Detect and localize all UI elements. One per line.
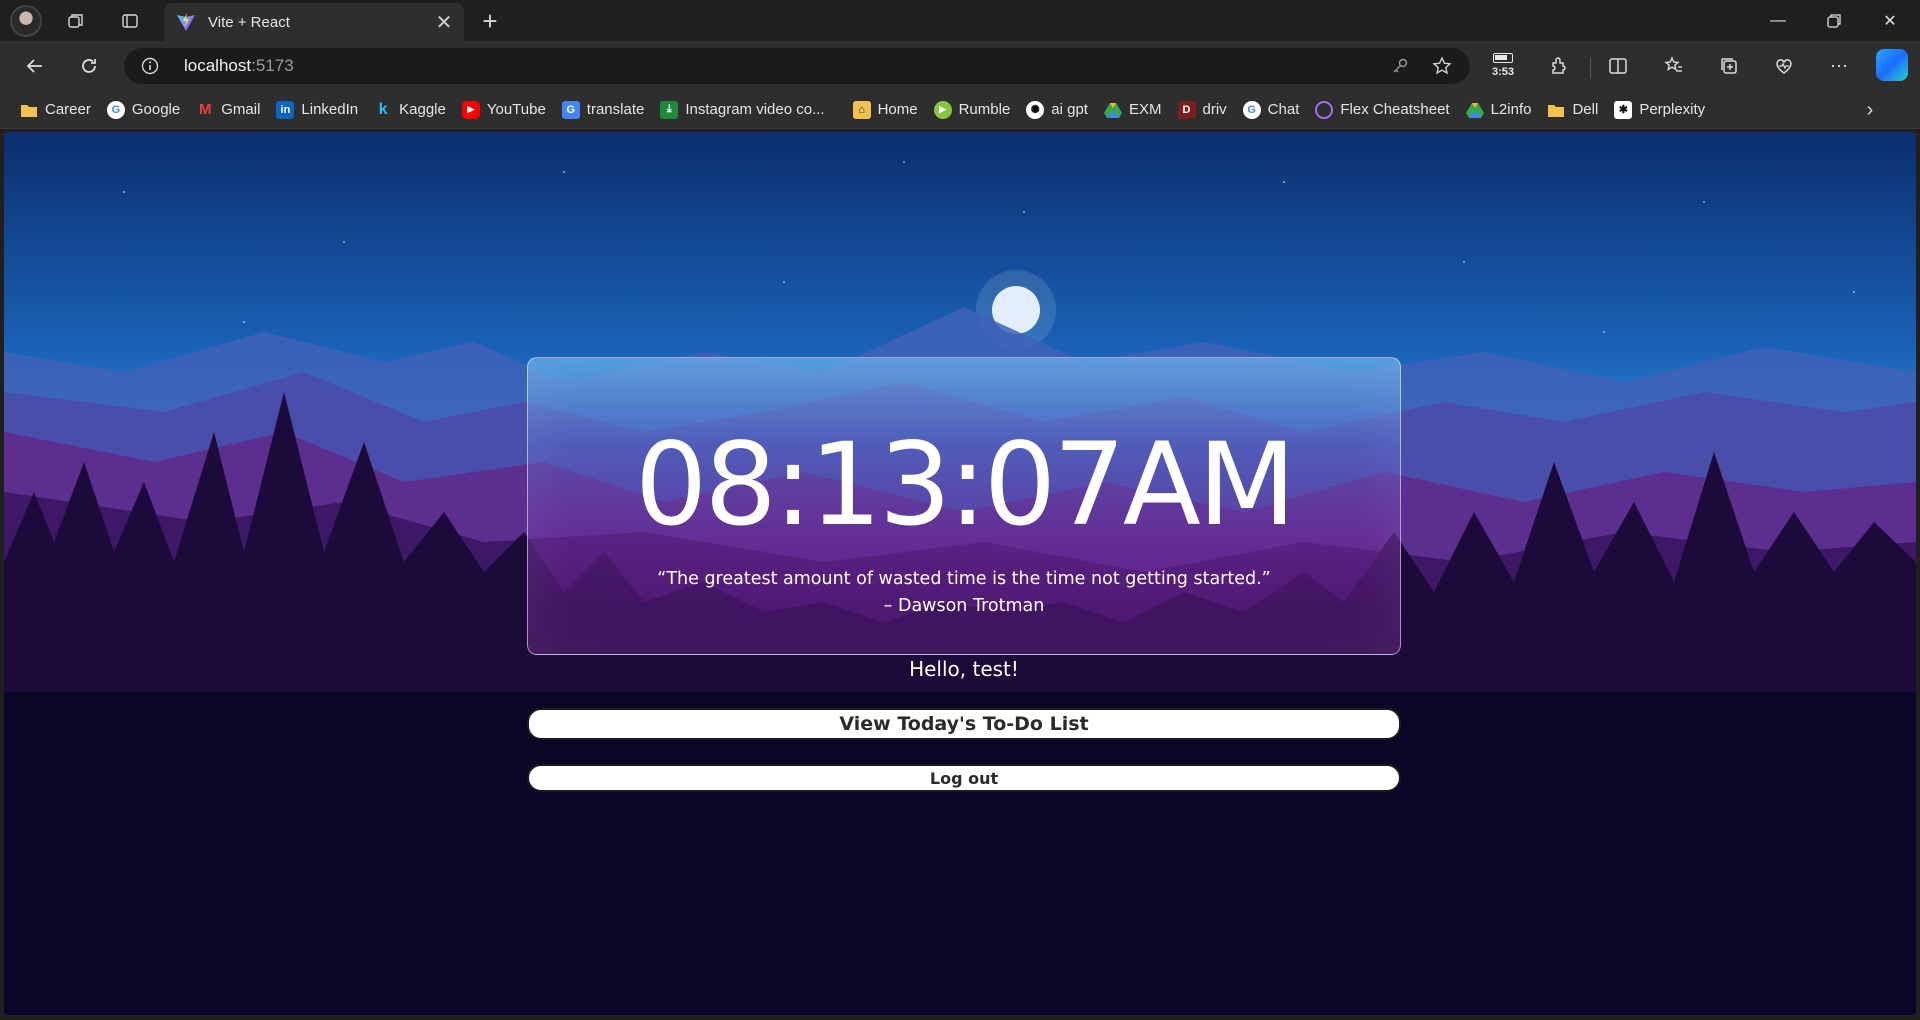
bookmark-ai-gpt[interactable]: ✺ ai gpt (1018, 95, 1096, 125)
bookmark-rumble[interactable]: ▶ Rumble (926, 95, 1019, 125)
toolbar-separator (1590, 57, 1591, 79)
vite-icon (177, 13, 195, 31)
bookmark-label: driv (1202, 101, 1227, 118)
bookmark-label: YouTube (486, 101, 546, 118)
bookmark-label: EXM (1128, 101, 1162, 118)
bookmark-career[interactable]: Career (12, 95, 99, 125)
bookmark-youtube[interactable]: ▶ YouTube (454, 95, 554, 125)
copilot-icon[interactable] (1876, 49, 1908, 81)
bookmark-label: Gmail (221, 101, 261, 118)
bookmarks-bar: Career G Google M Gmail in LinkedIn k Ka… (0, 91, 1920, 129)
url-host: localhost (184, 56, 252, 75)
bookmark-label: Home (877, 101, 918, 118)
google-icon: G (1242, 100, 1261, 119)
collections-icon[interactable] (1712, 50, 1746, 82)
perplexity-icon: ✱ (1614, 100, 1633, 119)
battery-saver-indicator[interactable]: 3:53 (1486, 49, 1520, 85)
battery-time: 3:53 (1491, 66, 1515, 78)
bookmark-l2info[interactable]: L2info (1458, 95, 1540, 125)
profile-avatar[interactable] (10, 5, 42, 37)
title-bar: Vite + React ✕ + — ✕ (0, 0, 1920, 41)
url-port: :5173 (251, 56, 294, 75)
bookmark-flex-cheatsheet[interactable]: Flex Cheatsheet (1307, 95, 1457, 125)
tab-title: Vite + React (208, 13, 290, 31)
back-icon[interactable] (18, 50, 52, 82)
bookmark-kaggle[interactable]: k Kaggle (366, 95, 454, 125)
bookmark-label: Google (131, 101, 181, 118)
translate-icon: G (561, 100, 580, 119)
split-screen-icon[interactable] (1601, 50, 1635, 82)
greeting-text: Hello, test! (909, 657, 1019, 681)
chatgpt-icon: ✺ (1026, 100, 1045, 119)
address-bar[interactable]: localhost:5173 (124, 48, 1470, 84)
minimize-icon[interactable]: — (1750, 0, 1806, 41)
bookmark-label: Chat (1267, 101, 1300, 118)
bookmark-label: L2info (1490, 101, 1532, 118)
quote-line: “The greatest amount of wasted time is t… (657, 569, 1271, 589)
bookmark-label: Career (45, 101, 91, 118)
youtube-icon: ▶ (461, 100, 480, 119)
bookmark-instagram-video[interactable]: ⤓ Instagram video co... (652, 95, 832, 125)
bookmark-label: ai gpt (1051, 101, 1088, 118)
clock-card: 08:13:07AM “The greatest amount of waste… (527, 357, 1401, 655)
linkedin-icon: in (276, 100, 295, 119)
close-tab-icon[interactable]: ✕ (430, 8, 458, 36)
flex-icon (1315, 100, 1334, 119)
new-tab-button[interactable]: + (474, 5, 506, 37)
browser-tab-active[interactable]: Vite + React ✕ (164, 3, 464, 41)
bookmark-gmail[interactable]: M Gmail (188, 95, 268, 125)
bookmark-label: Kaggle (399, 101, 446, 118)
bookmark-label: Rumble (958, 101, 1011, 118)
workspaces-icon[interactable] (60, 6, 92, 36)
home-icon: ⌂ (852, 100, 871, 119)
battery-icon (1493, 53, 1513, 63)
bookmark-perplexity[interactable]: ✱ Perplexity (1606, 95, 1713, 125)
instagram-video-icon: ⤓ (660, 100, 679, 119)
bookmark-home[interactable]: ⌂ Home (845, 95, 926, 125)
favorite-star-icon[interactable] (1424, 48, 1460, 84)
bookmark-label: Flex Cheatsheet (1340, 101, 1450, 118)
quote-text: “The greatest amount of wasted time is t… (528, 566, 1400, 620)
folder-icon (21, 104, 37, 117)
bookmark-label: LinkedIn (301, 101, 359, 118)
extensions-icon[interactable] (1542, 50, 1576, 82)
clock-display: 08:13:07AM (634, 418, 1296, 551)
kaggle-icon: k (378, 100, 388, 118)
bookmark-chat[interactable]: G Chat (1235, 95, 1308, 125)
more-options-icon[interactable]: ⋯ (1822, 50, 1856, 82)
bookmark-google[interactable]: G Google (99, 95, 188, 125)
browser-essentials-icon[interactable] (1767, 50, 1801, 82)
bookmark-dell[interactable]: Dell (1539, 95, 1606, 125)
view-todo-list-button[interactable]: View Today's To-Do List (527, 708, 1401, 740)
bookmark-driv[interactable]: D driv (1170, 95, 1235, 125)
close-window-icon[interactable]: ✕ (1862, 0, 1918, 41)
bookmark-label: Instagram video co... (685, 101, 825, 118)
page-viewport: 08:13:07AM “The greatest amount of waste… (4, 132, 1916, 1015)
folder-icon (1548, 104, 1565, 117)
site-info-icon[interactable] (130, 48, 170, 84)
drive-icon (1103, 102, 1122, 118)
google-icon: G (106, 100, 125, 119)
logout-button[interactable]: Log out (527, 764, 1401, 792)
bookmark-label: translate (586, 101, 645, 118)
tab-actions-icon[interactable] (114, 6, 146, 36)
restore-icon[interactable] (1806, 0, 1862, 41)
bookmark-label: Perplexity (1639, 101, 1706, 118)
chevron-right-icon[interactable]: › (1856, 95, 1884, 125)
bookmark-label: Dell (1572, 101, 1599, 118)
rumble-icon: ▶ (933, 100, 952, 119)
password-key-icon[interactable] (1382, 48, 1418, 84)
favorites-icon[interactable] (1657, 50, 1691, 82)
driv-icon: D (1177, 100, 1196, 119)
bookmark-translate[interactable]: G translate (554, 95, 653, 125)
bookmark-linkedin[interactable]: in LinkedIn (268, 95, 366, 125)
bookmark-exm[interactable]: EXM (1096, 95, 1170, 125)
drive-icon (1465, 102, 1484, 118)
gmail-icon: M (198, 101, 212, 118)
refresh-icon[interactable] (72, 50, 106, 82)
url-text[interactable]: localhost:5173 (184, 56, 294, 76)
quote-author: – Dawson Trotman (883, 596, 1045, 616)
